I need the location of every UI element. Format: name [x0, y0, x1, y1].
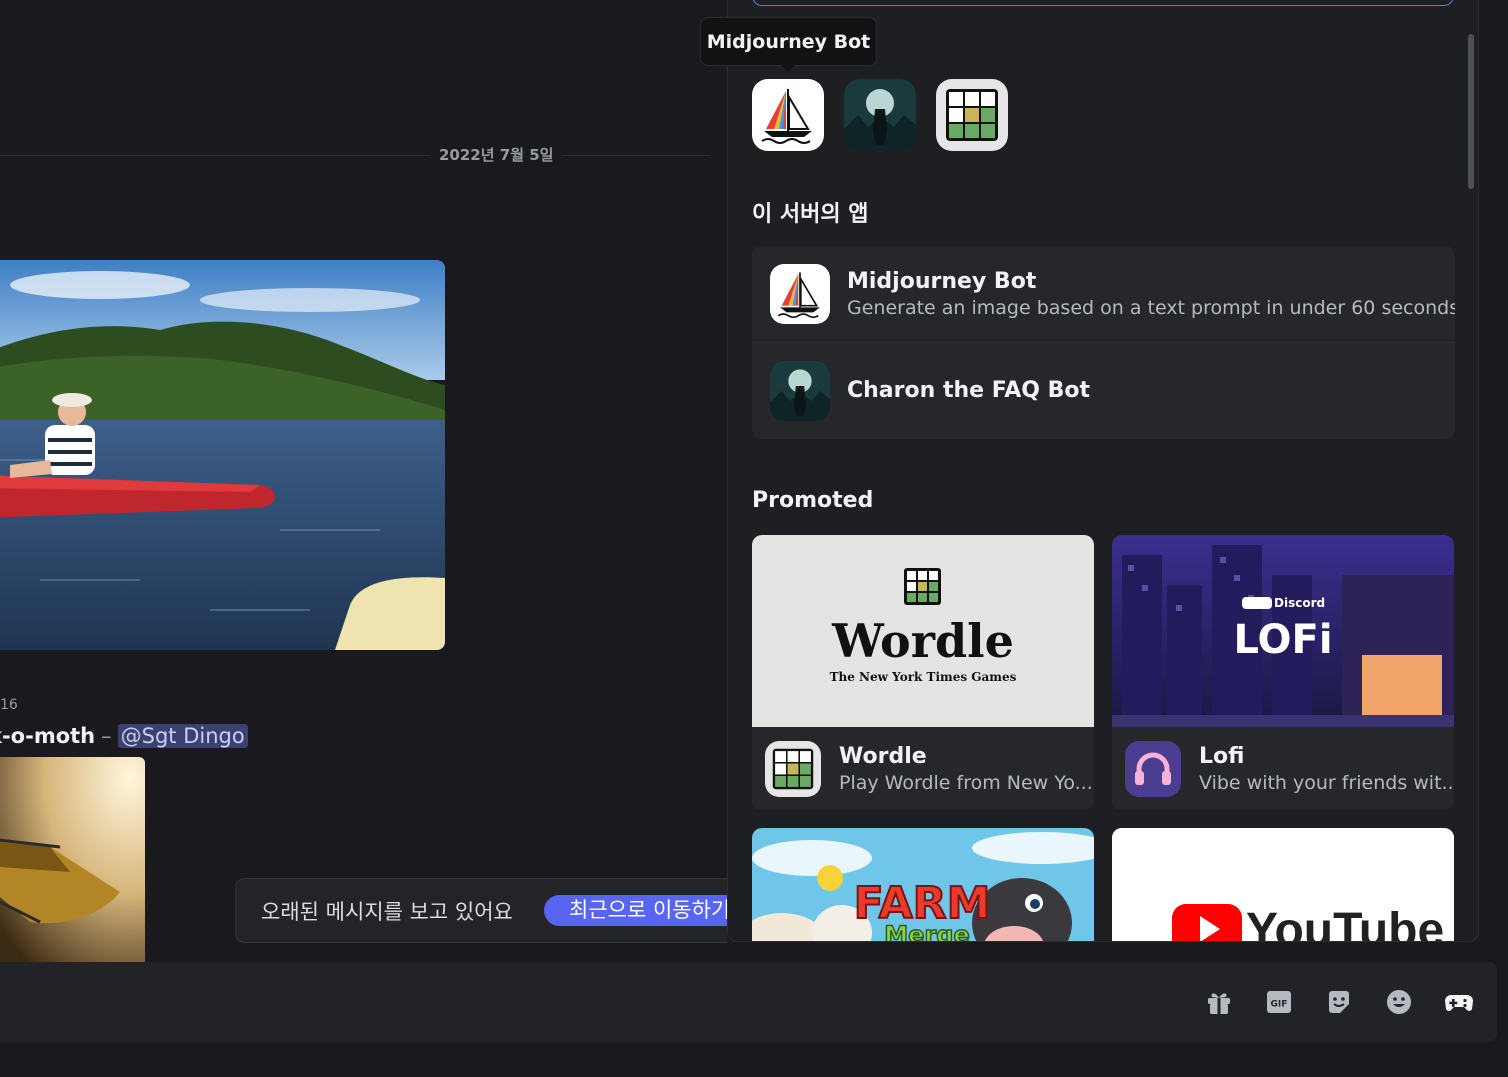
kayak-photo-attachment[interactable]	[0, 260, 445, 650]
figure-moon-icon	[770, 360, 830, 421]
composer-buttons: GIF	[1201, 984, 1477, 1020]
message-composer[interactable]: GIF	[0, 962, 1497, 1042]
app-launcher-popout: 이 서버의 앱 Midjourney Bot Generate an image…	[727, 0, 1479, 942]
server-app-charon[interactable]: Charon the FAQ Bot	[752, 342, 1455, 438]
promoted-app-lofi[interactable]: Discord LOFi Lofi Vibe with your friends…	[1112, 535, 1454, 810]
promo-app-name: Wordle	[839, 743, 927, 769]
recent-app-wordle[interactable]	[936, 79, 1008, 151]
launcher-scrollbar[interactable]	[1468, 34, 1474, 189]
app-tooltip: Midjourney Bot	[700, 17, 877, 72]
moth-image-attachment[interactable]	[0, 757, 145, 962]
server-app-name: Charon the FAQ Bot	[847, 378, 1090, 403]
server-apps-heading: 이 서버의 앱	[752, 202, 869, 227]
promo-app-description: Vibe with your friends wit...	[1199, 771, 1454, 794]
old-messages-banner: 오래된 메시지를 보고 있어요 최근으로 이동하기	[235, 878, 727, 943]
recent-app-midjourney[interactable]	[752, 79, 824, 151]
server-app-description: Generate an image based on a text prompt…	[847, 297, 1455, 319]
svg-text:GIF: GIF	[1271, 1000, 1288, 1010]
app-search-input[interactable]	[752, 0, 1454, 6]
wordle-grid-icon	[765, 740, 821, 797]
recent-app-charon[interactable]	[844, 79, 916, 151]
emoji-icon[interactable]	[1381, 984, 1417, 1020]
jump-to-present-button[interactable]: 최근으로 이동하기	[544, 895, 727, 926]
headphones-icon	[1125, 740, 1181, 797]
sticker-icon[interactable]	[1321, 984, 1357, 1020]
message-header: k-o-moth – @Sgt Dingo	[0, 724, 248, 748]
promoted-app-farm-merge[interactable]: FARM Merge	[752, 828, 1094, 942]
message-author[interactable]: k-o-moth	[0, 724, 95, 748]
gift-icon[interactable]	[1201, 984, 1237, 1020]
promoted-app-wordle[interactable]: Wordle The New York Times Games Wordle P…	[752, 535, 1094, 810]
figure-moon-icon	[844, 79, 916, 151]
activities-icon[interactable]	[1441, 984, 1477, 1020]
svg-text:YouTube: YouTube	[1246, 904, 1444, 942]
svg-text:The New York Times Games: The New York Times Games	[830, 670, 1017, 684]
promoted-app-youtube[interactable]: YouTube	[1112, 828, 1454, 942]
server-app-midjourney[interactable]: Midjourney Bot Generate an image based o…	[752, 246, 1455, 342]
wordle-grid-icon	[936, 79, 1008, 151]
date-divider-line	[0, 155, 710, 156]
wordle-banner: Wordle The New York Times Games	[752, 535, 1094, 727]
sailboat-icon	[752, 79, 824, 151]
recent-apps-row	[752, 79, 1008, 151]
sailboat-icon	[770, 264, 830, 324]
message-separator: –	[101, 724, 112, 748]
user-mention[interactable]: @Sgt Dingo	[117, 724, 248, 748]
date-divider: 2022년 7월 5일	[430, 144, 563, 165]
gif-icon[interactable]: GIF	[1261, 984, 1297, 1020]
promo-app-description: Play Wordle from New Yo...	[839, 771, 1093, 794]
bottom-strip	[0, 1042, 1508, 1077]
message-timestamp: 16	[0, 697, 18, 713]
chat-area: 2022년 7월 5일 16 -o-moth – @Sgt Dingo 오래된 …	[0, 0, 727, 962]
svg-text:Wordle: Wordle	[831, 614, 1014, 668]
promoted-heading: Promoted	[752, 488, 874, 513]
promo-meta: Lofi Vibe with your friends wit...	[1112, 727, 1454, 810]
lofi-banner: Discord LOFi	[1112, 535, 1454, 727]
promo-app-name: Lofi	[1199, 743, 1245, 769]
promo-meta: Wordle Play Wordle from New Yo...	[752, 727, 1094, 810]
server-app-name: Midjourney Bot	[847, 269, 1037, 294]
svg-text:Discord: Discord	[1274, 596, 1325, 610]
old-messages-text: 오래된 메시지를 보고 있어요	[261, 899, 513, 924]
svg-text:LOFi: LOFi	[1233, 617, 1332, 663]
server-apps-list: Midjourney Bot Generate an image based o…	[752, 246, 1455, 439]
svg-text:Merge: Merge	[884, 921, 969, 942]
